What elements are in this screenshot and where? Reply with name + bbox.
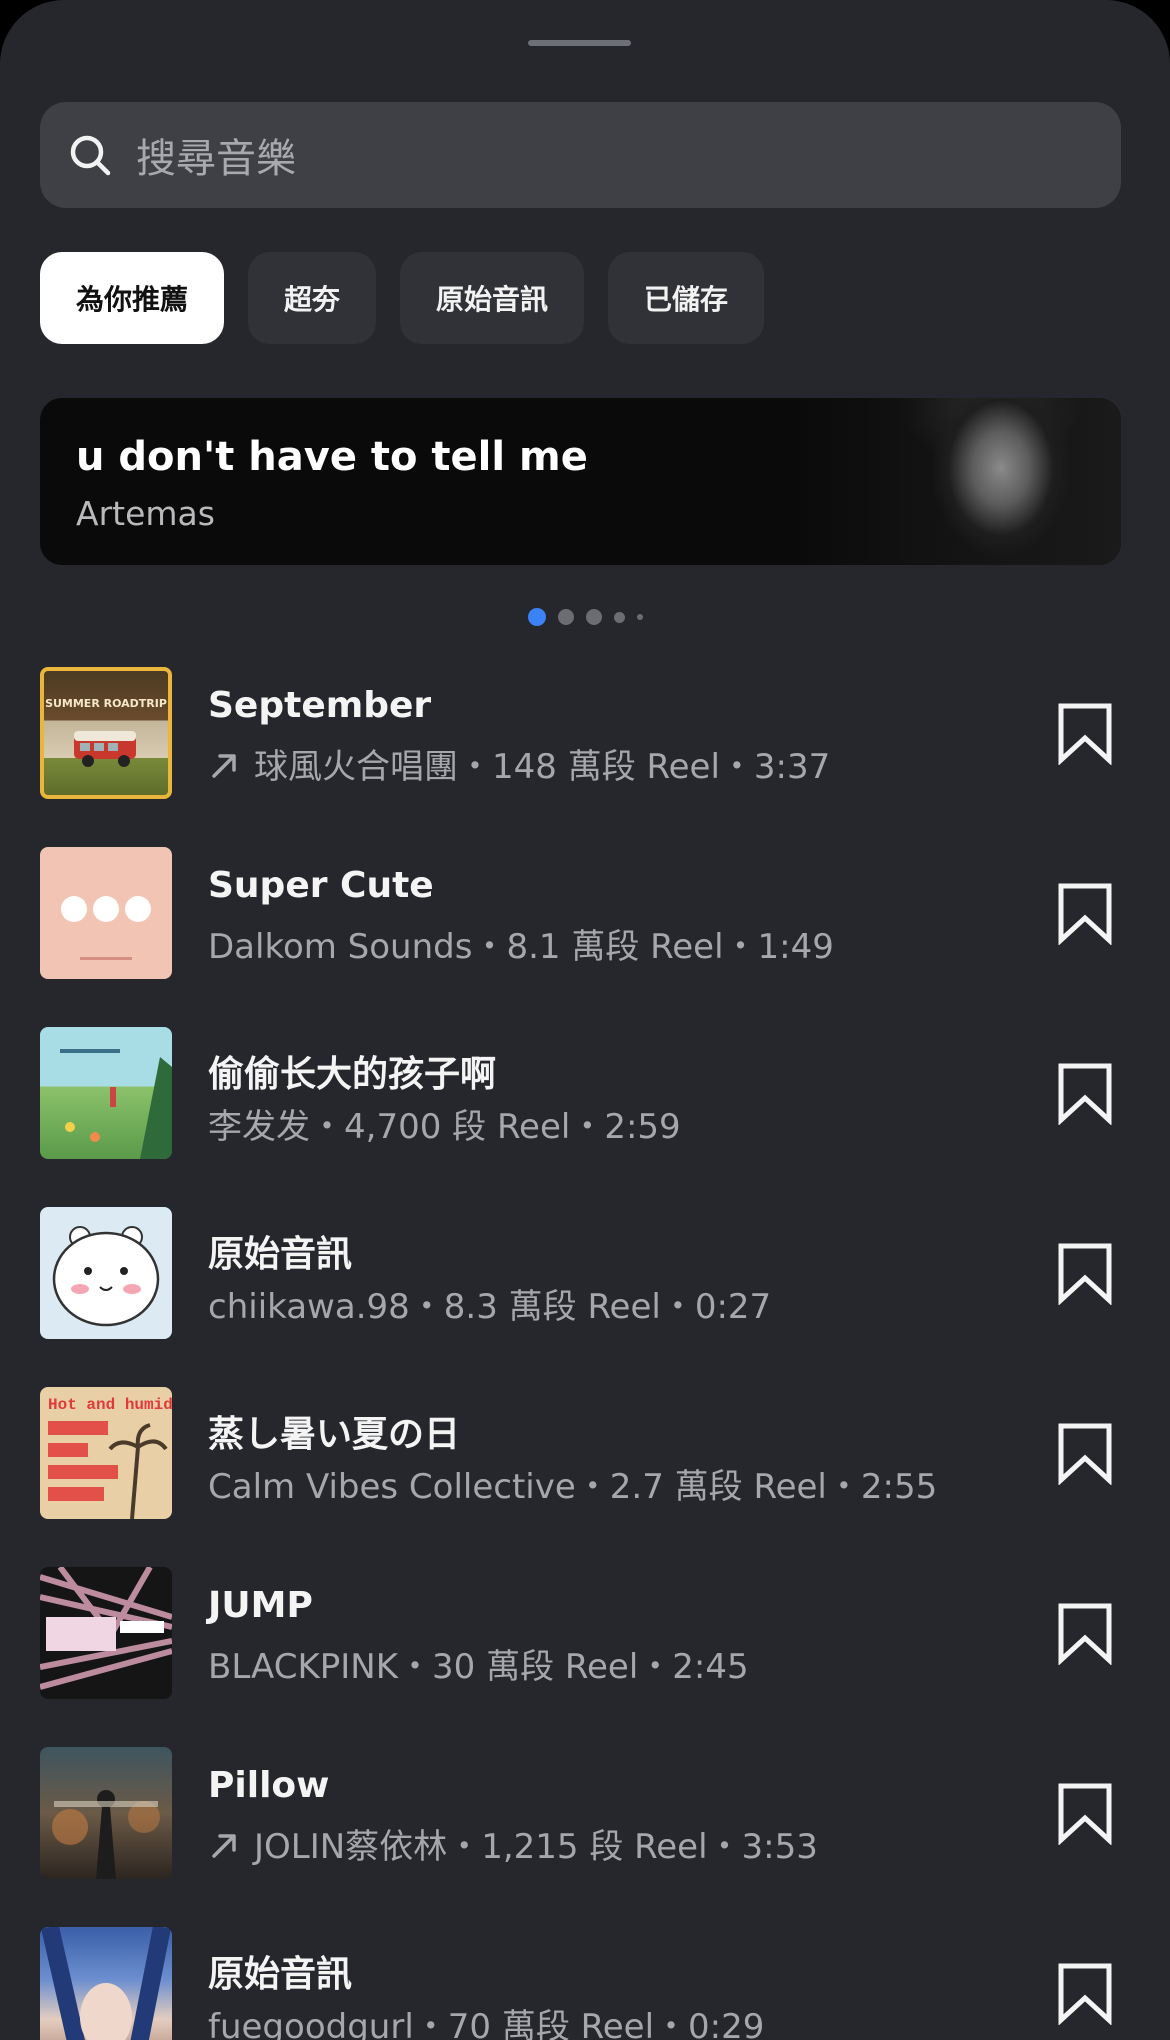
drag-handle[interactable]: [528, 40, 631, 46]
trending-arrow-icon: [212, 754, 236, 778]
song-title: Pillow: [208, 1765, 330, 1806]
bookmark-icon[interactable]: [1056, 881, 1114, 945]
album-art: [60, 1049, 172, 1159]
bookmark-icon[interactable]: [1056, 1061, 1114, 1125]
song-row[interactable]: 原始音訊 fuegoodgurl・70 萬段 Reel・0:29: [0, 1927, 1170, 2040]
song-meta: chiikawa.98・8.3 萬段 Reel・0:27: [208, 1287, 772, 1327]
song-meta: Calm Vibes Collective・2.7 萬段 Reel・2:55: [208, 1467, 938, 1507]
bookmark-icon[interactable]: [1056, 701, 1114, 765]
song-title: 偷偷长大的孩子啊: [208, 1054, 497, 1095]
song-meta: JOLIN蔡依林・1,215 段 Reel・3:53: [208, 1819, 818, 1868]
album-art: [52, 1226, 160, 1327]
album-art: [61, 896, 151, 960]
carousel-dot[interactable]: [527, 608, 546, 626]
search-bar[interactable]: 搜尋音樂: [40, 102, 1121, 208]
song-meta: BLACKPINK・30 萬段 Reel・2:45: [208, 1647, 749, 1687]
featured-title: u don't have to tell me: [76, 434, 588, 480]
cover-label: SUMMER ROADTRIP: [45, 697, 167, 710]
album-art: [41, 1927, 171, 2040]
search-icon: [70, 135, 111, 176]
cover-label: Hot and humid summer day: [48, 1396, 172, 1414]
album-cover: SUMMER ROADTRIP: [40, 667, 172, 799]
album-art: Hot and humid summer day: [48, 1396, 172, 1519]
song-meta: 李发发・4,700 段 Reel・2:59: [208, 1107, 681, 1147]
album-cover: [40, 847, 172, 979]
carousel-dot[interactable]: [557, 609, 574, 625]
tab-saved[interactable]: 已儲存: [608, 252, 765, 344]
bookmark-icon[interactable]: [1056, 1421, 1114, 1485]
song-row[interactable]: Pillow JOLIN蔡依林・1,215 段 Reel・3:53: [0, 1747, 1170, 1927]
carousel-indicator: [0, 608, 1170, 626]
artist-photo: [791, 398, 1121, 565]
song-title: 蒸し暑い夏の日: [208, 1414, 461, 1455]
song-title: September: [208, 685, 432, 726]
bookmark-icon[interactable]: [1056, 1781, 1114, 1845]
song-row[interactable]: 偷偷长大的孩子啊 李发发・4,700 段 Reel・2:59: [0, 1027, 1170, 1207]
tab-trending[interactable]: 超夯: [248, 252, 377, 344]
tab-original-audio[interactable]: 原始音訊: [400, 252, 585, 344]
tab-for-you[interactable]: 為你推薦: [40, 252, 225, 344]
album-cover: [40, 1027, 172, 1159]
trending-arrow-icon: [212, 1834, 236, 1858]
featured-artist: Artemas: [76, 494, 215, 533]
song-title: 原始音訊: [208, 1954, 353, 1995]
song-list: SUMMER ROADTRIP September 球風火合唱團・148 萬段 …: [0, 667, 1170, 2040]
song-meta: 球風火合唱團・148 萬段 Reel・3:37: [208, 739, 830, 788]
song-meta: fuegoodgurl・70 萬段 Reel・0:29: [208, 2007, 765, 2040]
carousel-dot[interactable]: [613, 611, 625, 623]
song-meta: Dalkom Sounds・8.1 萬段 Reel・1:49: [208, 927, 834, 967]
song-row[interactable]: Hot and humid summer day 蒸し暑い夏の日 Calm Vi…: [0, 1387, 1170, 1567]
song-row[interactable]: SUMMER ROADTRIP September 球風火合唱團・148 萬段 …: [0, 667, 1170, 847]
search-input[interactable]: 搜尋音樂: [136, 126, 296, 184]
album-cover: [40, 1207, 172, 1339]
bookmark-icon[interactable]: [1056, 1961, 1114, 2025]
music-picker-sheet: 搜尋音樂 為你推薦 超夯 原始音訊 已儲存 u don't have to te…: [0, 0, 1170, 2040]
carousel-dot[interactable]: [636, 614, 643, 620]
bookmark-icon[interactable]: [1056, 1601, 1114, 1665]
album-cover: Hot and humid summer day: [40, 1387, 172, 1519]
album-cover: [40, 1927, 172, 2040]
song-row[interactable]: Super Cute Dalkom Sounds・8.1 萬段 Reel・1:4…: [0, 847, 1170, 1027]
song-title: Super Cute: [208, 865, 434, 906]
carousel-dot[interactable]: [585, 609, 602, 625]
album-cover: [40, 1567, 172, 1699]
song-title: 原始音訊: [208, 1234, 353, 1275]
song-row[interactable]: 原始音訊 chiikawa.98・8.3 萬段 Reel・0:27: [0, 1207, 1170, 1387]
filter-tabs: 為你推薦 超夯 原始音訊 已儲存: [40, 252, 765, 344]
featured-banner[interactable]: u don't have to tell me Artemas: [40, 398, 1121, 565]
album-art: SUMMER ROADTRIP: [45, 697, 167, 767]
album-art: [52, 1790, 160, 1879]
album-cover: [40, 1747, 172, 1879]
bookmark-icon[interactable]: [1056, 1241, 1114, 1305]
song-title: JUMP: [208, 1585, 313, 1626]
album-art: [40, 1567, 172, 1690]
song-row[interactable]: JUMP BLACKPINK・30 萬段 Reel・2:45: [0, 1567, 1170, 1747]
